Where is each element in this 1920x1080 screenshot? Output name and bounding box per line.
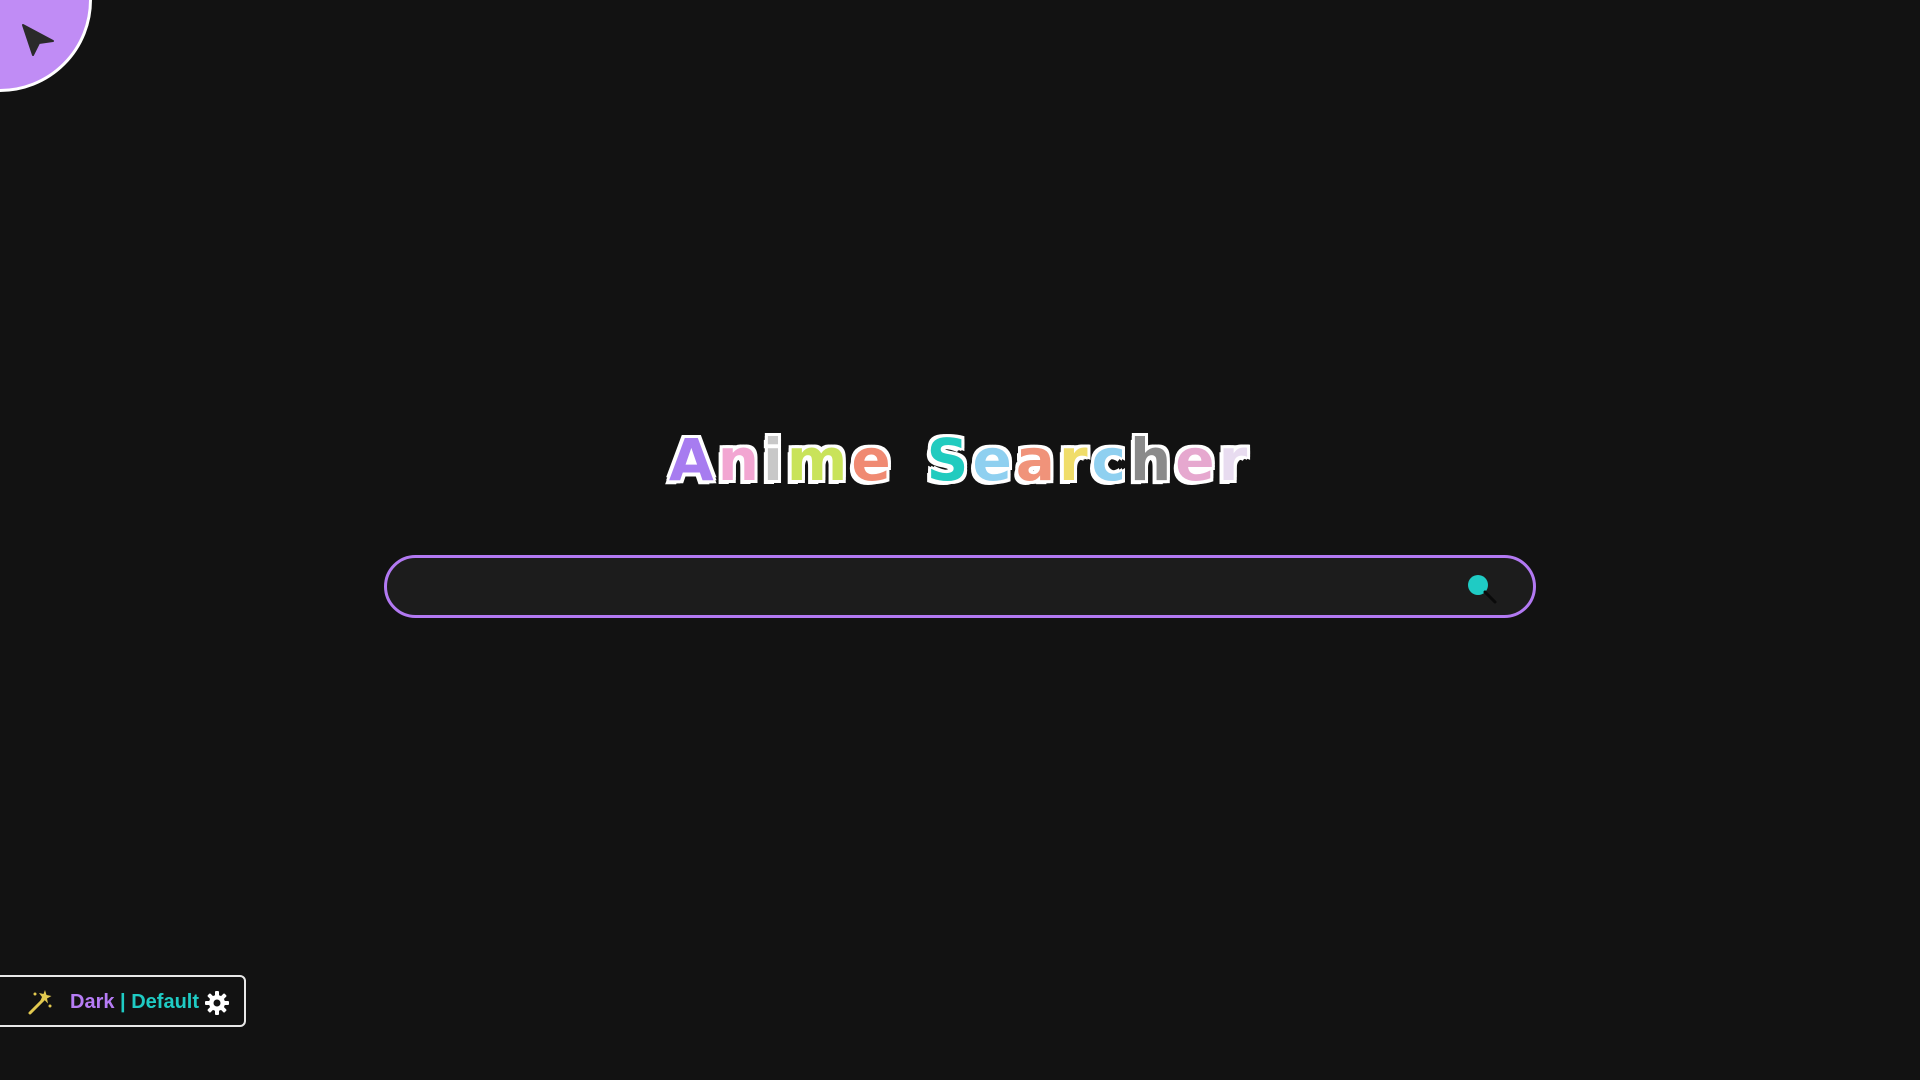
theme-mode-toggle[interactable]: Dark bbox=[70, 991, 114, 1013]
title-letter: r bbox=[1218, 426, 1252, 494]
theme-separator: | bbox=[120, 991, 126, 1013]
cursor-toggle-button[interactable] bbox=[0, 0, 92, 92]
title-letter: A bbox=[668, 426, 718, 494]
theme-name-toggle[interactable]: Default bbox=[131, 991, 199, 1013]
gear-icon[interactable] bbox=[204, 990, 230, 1016]
title-letter: i bbox=[763, 426, 787, 494]
theme-label: Dark | Default bbox=[70, 990, 199, 1014]
title-letter: e bbox=[1175, 426, 1219, 494]
title-letter: e bbox=[972, 426, 1016, 494]
title-letter: n bbox=[717, 426, 763, 494]
theme-switcher: Dark | Default bbox=[0, 975, 246, 1027]
search-input[interactable] bbox=[415, 564, 1439, 611]
title-letter: h bbox=[1129, 426, 1176, 494]
cursor-arrow-icon bbox=[22, 24, 54, 56]
search-icon[interactable] bbox=[1464, 571, 1500, 607]
magic-wand-icon[interactable] bbox=[26, 988, 54, 1016]
page-title: Anime Searcher bbox=[0, 428, 1920, 492]
title-letter: r bbox=[1058, 426, 1092, 494]
title-letter: c bbox=[1091, 426, 1130, 494]
title-letter: e bbox=[851, 426, 895, 494]
search-bar bbox=[384, 555, 1536, 618]
title-letter: m bbox=[786, 426, 852, 494]
title-letter: a bbox=[1015, 426, 1059, 494]
title-letter: S bbox=[926, 426, 973, 494]
